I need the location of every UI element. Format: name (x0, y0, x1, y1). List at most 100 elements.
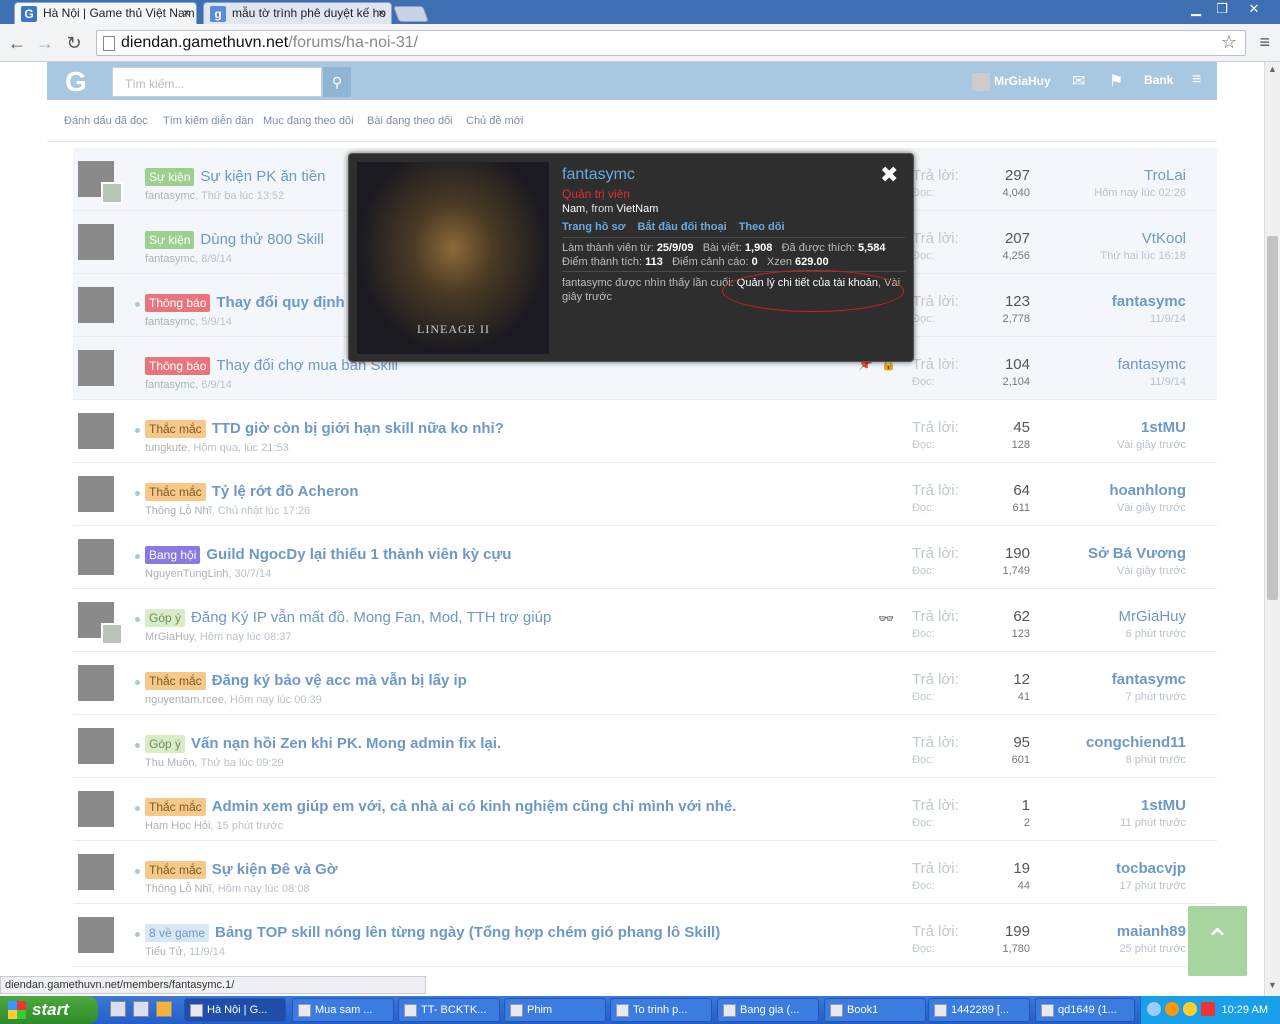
last-post-time[interactable]: 6 phút trước (1033, 628, 1186, 640)
last-post-time[interactable]: 17 phút trước (1033, 880, 1186, 892)
start-conversation-link[interactable]: Bắt đầu đối thoại (637, 221, 726, 233)
browser-tab[interactable]: g mẫu tờ trình phê duyệt kế ho × (203, 2, 392, 24)
last-post-time[interactable]: 8 phút trước (1033, 754, 1186, 766)
profile-link[interactable]: Trang hồ sơ (562, 221, 625, 233)
last-post-time[interactable]: 11/9/14 (1033, 313, 1186, 325)
last-poster[interactable]: 1stMU (1033, 797, 1186, 814)
thread-author[interactable]: tungkute (145, 442, 187, 454)
prefix-badge[interactable]: Góp ý (145, 609, 186, 627)
envelope-icon[interactable]: ✉ (1072, 71, 1085, 91)
thread-title[interactable]: Thắc mắc Tỷ lệ rớt đồ Acheron (145, 483, 358, 501)
prefix-badge[interactable]: Thắc mắc (145, 420, 206, 438)
last-poster[interactable]: maianh89 (1033, 923, 1186, 940)
scroll-down-icon[interactable]: ▼ (1268, 980, 1277, 990)
browser-tab-active[interactable]: G Hà Nội | Game thủ Việt Nam × (14, 2, 197, 24)
last-post-time[interactable]: 25 phút trước (1033, 943, 1186, 955)
prefix-badge[interactable]: Thông báo (145, 357, 211, 375)
show-desktop-icon[interactable] (133, 1001, 149, 1017)
thread-title-text[interactable]: Guild NgocDy lại thiếu 1 thành viên kỳ c… (206, 546, 511, 563)
avatar[interactable] (78, 224, 114, 260)
address-bar[interactable]: diendan.gamethuvn.net/forums/ha-noi-31/ … (96, 30, 1246, 56)
last-poster[interactable]: VtKool (1033, 230, 1186, 247)
prefix-badge[interactable]: 8 về game (145, 924, 210, 942)
thread-title-text[interactable]: Đăng Ký IP vẫn mất đồ. Mong Fan, Mod, TT… (191, 609, 551, 626)
thread-title[interactable]: Góp ý Đăng Ký IP vẫn mất đồ. Mong Fan, Mo… (145, 609, 551, 627)
avatar[interactable] (78, 728, 114, 764)
thread-title-text[interactable]: Vấn nạn hồi Zen khi PK. Mong admin fix l… (191, 735, 501, 752)
prefix-badge[interactable]: Thắc mắc (145, 861, 206, 879)
avatar-small[interactable] (101, 182, 123, 204)
thread-author[interactable]: MrGiaHuy (145, 631, 194, 643)
taskbar-item[interactable]: TT- BCKTK... (398, 998, 500, 1022)
last-post-time[interactable]: Vài giây trước (1033, 565, 1186, 577)
thread-title[interactable]: Thắc mắc Đăng ký bảo vệ acc mà vẫn bị lấy… (145, 672, 467, 690)
thread-title-text[interactable]: Thay đổi quy định (216, 294, 344, 311)
thread-title-text[interactable]: Tỷ lệ rớt đồ Acheron (212, 483, 359, 500)
quicklaunch-icon[interactable] (110, 1001, 126, 1017)
thread-title[interactable]: Bang hội Guild NgocDy lại thiếu 1 thành v… (145, 546, 511, 564)
thread-title-text[interactable]: Dùng thử 800 Skill (200, 231, 323, 248)
taskbar-item[interactable]: Hà Nội | G... (184, 998, 286, 1022)
last-poster[interactable]: MrGiaHuy (1033, 608, 1186, 625)
tray-icon[interactable] (1165, 1002, 1179, 1016)
avatar[interactable] (78, 413, 114, 449)
avatar[interactable] (78, 287, 114, 323)
avatar[interactable] (78, 917, 114, 953)
prefix-badge[interactable]: Thắc mắc (145, 483, 206, 501)
thread-title[interactable]: Thắc mắc TTD giờ còn bị giới hạn skill nữ… (145, 420, 504, 438)
thread-author[interactable]: Thông Lỗ Nhĩ (145, 505, 212, 517)
tray-icon[interactable] (1201, 1002, 1215, 1016)
avatar[interactable] (78, 539, 114, 575)
last-post-time[interactable]: 7 phút trước (1033, 691, 1186, 703)
thread-author[interactable]: NguyenTungLinh (145, 568, 228, 580)
prefix-badge[interactable]: Sự kiện (145, 168, 195, 186)
thread-title[interactable]: Thắc mắc Admin xem giúp em với, cả nhà ai… (145, 798, 736, 816)
last-post-time[interactable]: Vài giây trước (1033, 502, 1186, 514)
thread-author[interactable]: nguyentam.rcee (145, 694, 224, 706)
thread-author[interactable]: fantasymc (145, 316, 195, 328)
mark-read-link[interactable]: Đánh dấu đã đọc (64, 115, 148, 127)
last-poster[interactable]: tocbacvjp (1033, 860, 1186, 877)
new-tab-button[interactable] (393, 6, 429, 22)
back-arrow-icon[interactable]: ← (6, 32, 28, 54)
avatar[interactable] (78, 476, 114, 512)
tab-close-icon[interactable]: × (378, 6, 385, 20)
search-icon[interactable]: ⚲ (323, 67, 351, 97)
search-forum-link[interactable]: Tìm kiếm diễn đàn (163, 115, 253, 127)
bank-link[interactable]: Bank (1144, 73, 1173, 87)
hamburger-menu-icon[interactable]: ≡ (1192, 71, 1201, 89)
tab-close-icon[interactable]: × (183, 6, 190, 20)
site-logo[interactable]: G (65, 66, 87, 98)
taskbar-item[interactable]: Bang gia (... (717, 998, 819, 1022)
taskbar-item[interactable]: Phim (504, 998, 606, 1022)
reload-icon[interactable]: ↻ (63, 32, 85, 54)
last-poster[interactable]: fantasymc (1033, 293, 1186, 310)
close-icon[interactable]: ✖ (880, 162, 898, 188)
thread-title-text[interactable]: Sự kiện Đê và Gờ (212, 861, 338, 878)
minimize-button[interactable]: ▁ (1182, 0, 1210, 18)
prefix-badge[interactable]: Sự kiện (145, 231, 195, 249)
thread-author[interactable]: Ham Học Hỏi (145, 820, 210, 832)
member-avatar-large[interactable]: LINEAGE II (357, 162, 549, 354)
chrome-menu-icon[interactable]: ≡ (1259, 32, 1270, 53)
prefix-badge[interactable]: Bang hội (145, 546, 201, 564)
bookmark-star-icon[interactable]: ☆ (1221, 32, 1237, 53)
thread-row[interactable]: Góp ý Đăng Ký IP vẫn mất đồ. Mong Fan, Mo… (73, 589, 1217, 652)
thread-author[interactable]: fantasymc (145, 190, 195, 202)
thread-title[interactable]: Góp ý Vấn nạn hồi Zen khi PK. Mong admin … (145, 735, 501, 753)
tray-icon[interactable] (1147, 1002, 1161, 1016)
flag-icon[interactable]: ⚑ (1109, 71, 1123, 91)
forward-arrow-icon[interactable]: → (34, 32, 56, 54)
last-poster[interactable]: Sở Bá Vương (1033, 545, 1186, 562)
last-post-time[interactable]: Thứ hai lúc 16:18 (1033, 250, 1186, 262)
taskbar-item[interactable]: qd1649 (1... (1035, 998, 1135, 1022)
last-poster[interactable]: congchiend11 (1033, 734, 1186, 751)
thread-author[interactable]: Thông Lỗ Nhĩ (145, 883, 212, 895)
last-poster[interactable]: 1stMU (1033, 419, 1186, 436)
thread-row[interactable]: Thắc mắc Admin xem giúp em với, cả nhà ai… (73, 778, 1217, 841)
thread-title-text[interactable]: TTD giờ còn bị giới hạn skill nữa ko nhỉ… (212, 420, 504, 437)
scroll-up-icon[interactable]: ▲ (1268, 64, 1277, 74)
thread-title[interactable]: Thông báo Thay đổi quy định (145, 294, 345, 312)
avatar[interactable] (78, 854, 114, 890)
avatar[interactable] (78, 665, 114, 701)
